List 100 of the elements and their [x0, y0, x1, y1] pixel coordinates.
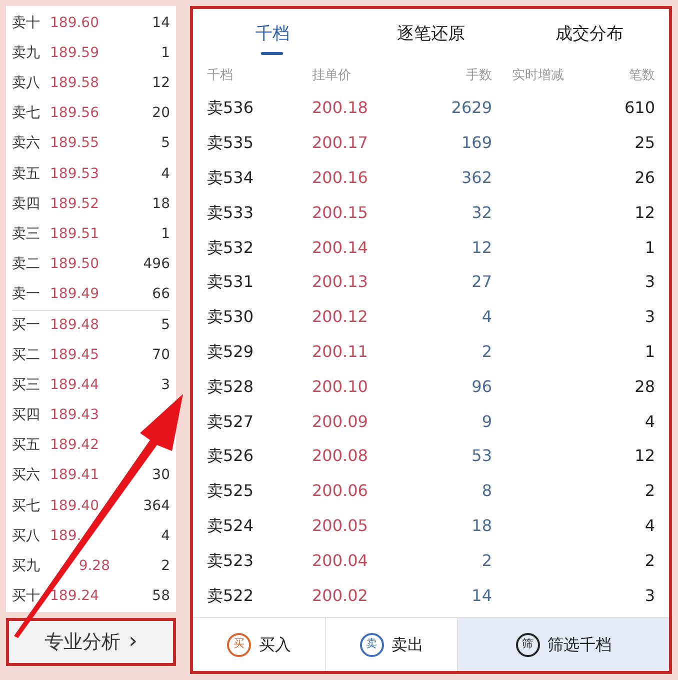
table-cell: 1	[644, 342, 655, 361]
table-cell: 25	[634, 133, 655, 152]
price-text: 189.55	[50, 134, 99, 154]
table-cell: 卖527	[207, 412, 254, 431]
table-cell: 2	[482, 342, 492, 361]
table-cell: 3	[644, 272, 655, 292]
level-label: 卖九	[12, 44, 41, 63]
price-text: 189.59	[50, 44, 99, 63]
table-cell: 200.09	[312, 412, 368, 431]
column-header: 手数	[465, 67, 492, 86]
table-cell: 27	[472, 272, 492, 292]
table-cell: 200.11	[312, 342, 368, 361]
price-text: 189.56	[50, 104, 99, 124]
tab[interactable]: 千档	[193, 9, 352, 61]
table-cell: 4	[644, 412, 655, 431]
volume-text: 12	[152, 74, 170, 93]
price-text: 189.49	[50, 285, 99, 304]
level-label: 卖五	[12, 164, 41, 184]
table-cell: 卖522	[207, 586, 254, 605]
table-cell: 3	[644, 307, 655, 326]
level-label: 买一	[12, 316, 41, 335]
table-cell: 2	[482, 550, 492, 570]
level-label: 买九	[12, 556, 41, 576]
table-cell: 200.15	[312, 202, 368, 222]
table-cell: 200.04	[312, 550, 368, 570]
level-label: 卖二	[12, 255, 41, 274]
volume-text: 364	[143, 496, 170, 516]
price-text: 189.40	[50, 496, 99, 516]
level-label: 卖七	[12, 104, 41, 124]
level-label: 买五	[12, 436, 41, 456]
table-cell: 200.13	[312, 272, 368, 292]
price-text: 189.60	[50, 14, 99, 33]
price-text: 189.43	[50, 406, 99, 426]
table-cell: 卖524	[207, 516, 254, 535]
table-cell: 200.02	[312, 586, 368, 605]
table-cell: 卖535	[207, 133, 254, 152]
volume-text: 1	[161, 44, 170, 63]
level-label: 卖一	[12, 285, 41, 304]
level-label: 买十	[12, 587, 41, 606]
price-text: 189.58	[50, 74, 99, 93]
volume-text: 66	[152, 285, 170, 304]
level-label: 卖十	[12, 14, 41, 33]
volume-text: 30	[152, 466, 170, 486]
table-cell: 3	[644, 586, 655, 605]
table-cell: 2	[644, 481, 655, 500]
table-cell: 卖532	[207, 238, 254, 257]
analysis-button[interactable]: 专业分析 ›	[6, 618, 176, 666]
price-text: 189.	[50, 526, 82, 546]
volume-text: 4	[161, 526, 170, 546]
table-cell: 96	[472, 376, 492, 396]
column-header: 笔数	[628, 67, 655, 86]
price-text: 189.51	[50, 224, 99, 244]
table-cell: 362	[461, 168, 492, 187]
table-cell: 卖529	[207, 342, 254, 361]
price-text: 189.52	[50, 194, 99, 214]
table-cell: 4	[482, 307, 492, 326]
level-label: 买八	[12, 526, 41, 546]
table-cell: 卖525	[207, 481, 254, 500]
table-cell: 32	[472, 202, 492, 222]
table-cell: 2629	[451, 98, 492, 118]
price-text: 189.24	[50, 587, 99, 606]
volume-text: 496	[143, 255, 170, 274]
table-cell: 12	[634, 446, 655, 466]
table-cell: 169	[461, 133, 492, 152]
level-label: 买七	[12, 496, 41, 516]
price-text: 189.48	[50, 316, 99, 335]
table-cell: 卖523	[207, 550, 254, 570]
volume-text: 14	[152, 14, 170, 33]
table-cell: 610	[624, 98, 655, 118]
table-cell: 1	[644, 238, 655, 257]
table-cell: 28	[634, 376, 655, 396]
volume-text: 4	[161, 164, 170, 184]
volume-text: 3	[161, 376, 170, 395]
table-cell: 53	[472, 446, 492, 466]
table-cell: 18	[472, 516, 492, 535]
table-cell: 卖530	[207, 307, 254, 326]
price-text: 189.50	[50, 255, 99, 274]
price-text: 189.53	[50, 164, 99, 184]
level-label: 买四	[12, 406, 41, 426]
price-text: 189.44	[50, 376, 99, 395]
column-header: 实时增减	[511, 67, 565, 86]
table-cell: 200.12	[312, 307, 368, 326]
tab[interactable]: 逐笔还原	[352, 9, 510, 61]
column-header: 挂单价	[312, 67, 352, 86]
table-cell: 200.18	[312, 98, 368, 118]
level-label: 买二	[12, 346, 41, 365]
tab[interactable]: 成交分布	[510, 9, 670, 61]
volume-text: 5	[161, 134, 170, 154]
table-cell: 200.17	[312, 133, 368, 152]
action-button[interactable]: 筛 筛选千档	[458, 618, 670, 671]
table-cell: 14	[472, 586, 492, 605]
table-cell: 200.05	[312, 516, 368, 535]
price-text: 189.41	[50, 466, 99, 486]
table-cell: 卖531	[207, 272, 254, 292]
level-label: 买三	[12, 376, 41, 395]
table-cell: 9	[482, 412, 492, 431]
price-text: 9.28	[78, 556, 110, 576]
volume-text: 5	[161, 316, 170, 335]
volume-text: 20	[152, 104, 170, 124]
table-cell: 200.06	[312, 481, 368, 500]
